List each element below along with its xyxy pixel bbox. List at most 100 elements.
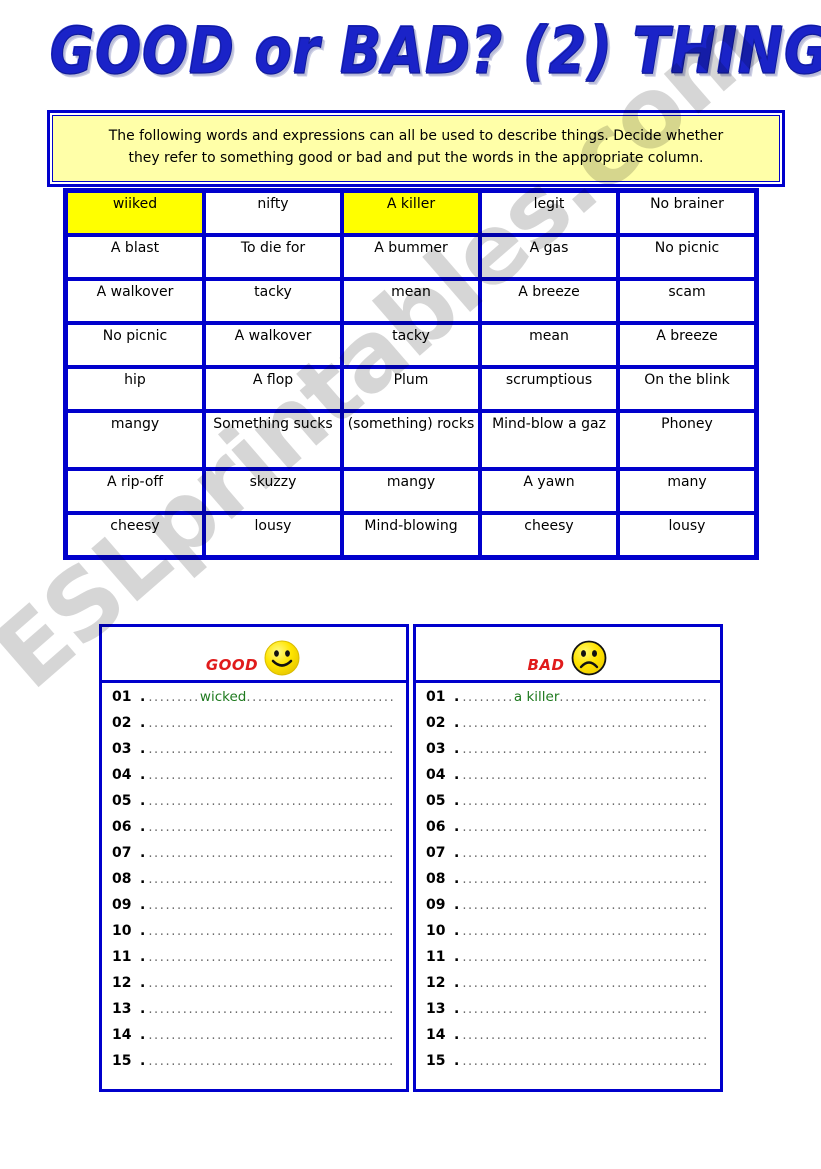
answer-line[interactable]: 08......................................…	[112, 871, 396, 897]
answer-line-input[interactable]: ........................................…	[462, 898, 710, 913]
answer-line-input[interactable]: ........................................…	[462, 820, 710, 835]
answer-line-input[interactable]: ........................................…	[148, 924, 396, 939]
answer-line[interactable]: 03......................................…	[112, 741, 396, 767]
answer-line-input[interactable]: ........................................…	[148, 1028, 396, 1043]
answer-line-input[interactable]: ........................................…	[148, 950, 396, 965]
answer-line[interactable]: 10......................................…	[112, 923, 396, 949]
answer-line[interactable]: 09......................................…	[112, 897, 396, 923]
word-cell[interactable]: nifty	[204, 191, 342, 235]
word-cell[interactable]: Phoney	[618, 411, 756, 469]
answer-line[interactable]: 06......................................…	[426, 819, 710, 845]
answer-line[interactable]: 01. .........a killer....................…	[426, 689, 710, 715]
word-cell[interactable]: Plum	[342, 367, 480, 411]
word-cell[interactable]: On the blink	[618, 367, 756, 411]
word-cell[interactable]: A blast	[66, 235, 204, 279]
answer-line[interactable]: 04......................................…	[112, 767, 396, 793]
answer-line[interactable]: 15......................................…	[426, 1053, 710, 1079]
answer-line-input[interactable]: ........................................…	[462, 976, 710, 991]
word-cell[interactable]: mangy	[342, 469, 480, 513]
word-cell[interactable]: Something sucks	[204, 411, 342, 469]
answer-line[interactable]: 13......................................…	[426, 1001, 710, 1027]
answer-line[interactable]: 07......................................…	[426, 845, 710, 871]
answer-line-input[interactable]: .........a killer.......................…	[462, 689, 710, 705]
answer-line-input[interactable]: ........................................…	[462, 1054, 710, 1069]
word-cell[interactable]: Mind-blow a gaz	[480, 411, 618, 469]
word-cell[interactable]: scam	[618, 279, 756, 323]
word-cell[interactable]: hip	[66, 367, 204, 411]
word-cell[interactable]: wiiked	[66, 191, 204, 235]
answer-line[interactable]: 07......................................…	[112, 845, 396, 871]
answer-line[interactable]: 12......................................…	[112, 975, 396, 1001]
word-cell[interactable]: many	[618, 469, 756, 513]
answer-line-input[interactable]: ........................................…	[148, 846, 396, 861]
word-cell[interactable]: tacky	[204, 279, 342, 323]
answer-line-input[interactable]: ........................................…	[148, 820, 396, 835]
word-cell[interactable]: skuzzy	[204, 469, 342, 513]
word-cell[interactable]: To die for	[204, 235, 342, 279]
answer-line-input[interactable]: ........................................…	[148, 1054, 396, 1069]
answer-line-input[interactable]: ........................................…	[462, 1028, 710, 1043]
answer-line[interactable]: 01. .........wicked......................…	[112, 689, 396, 715]
answer-line-input[interactable]: ........................................…	[148, 976, 396, 991]
answer-line[interactable]: 10......................................…	[426, 923, 710, 949]
word-cell[interactable]: A bummer	[342, 235, 480, 279]
word-cell[interactable]: A walkover	[66, 279, 204, 323]
answer-line-input[interactable]: ........................................…	[462, 794, 710, 809]
answer-line[interactable]: 15......................................…	[112, 1053, 396, 1079]
word-cell[interactable]: A breeze	[618, 323, 756, 367]
answer-line[interactable]: 08......................................…	[426, 871, 710, 897]
answer-line-input[interactable]: ........................................…	[462, 716, 710, 731]
answer-line-input[interactable]: ........................................…	[462, 768, 710, 783]
word-cell[interactable]: A rip-off	[66, 469, 204, 513]
answer-line[interactable]: 14......................................…	[112, 1027, 396, 1053]
word-cell[interactable]: lousy	[618, 513, 756, 557]
word-cell[interactable]: A yawn	[480, 469, 618, 513]
word-cell[interactable]: tacky	[342, 323, 480, 367]
answer-line-input[interactable]: ........................................…	[148, 898, 396, 913]
word-cell[interactable]: mean	[480, 323, 618, 367]
word-cell[interactable]: A walkover	[204, 323, 342, 367]
word-cell[interactable]: Mind-blowing	[342, 513, 480, 557]
answer-line[interactable]: 05......................................…	[112, 793, 396, 819]
word-cell[interactable]: cheesy	[66, 513, 204, 557]
word-cell[interactable]: A flop	[204, 367, 342, 411]
answer-line[interactable]: 11......................................…	[112, 949, 396, 975]
word-cell[interactable]: A killer	[342, 191, 480, 235]
word-cell[interactable]: lousy	[204, 513, 342, 557]
answer-line-input[interactable]: ........................................…	[462, 924, 710, 939]
answer-line-input[interactable]: ........................................…	[462, 846, 710, 861]
answer-line[interactable]: 12......................................…	[426, 975, 710, 1001]
word-cell[interactable]: A breeze	[480, 279, 618, 323]
answer-line-input[interactable]: .........wicked.........................…	[148, 689, 396, 705]
word-cell[interactable]: No brainer	[618, 191, 756, 235]
word-cell[interactable]: No picnic	[618, 235, 756, 279]
word-cell[interactable]: mean	[342, 279, 480, 323]
answer-line[interactable]: 04......................................…	[426, 767, 710, 793]
answer-line[interactable]: 03......................................…	[426, 741, 710, 767]
answer-line[interactable]: 14......................................…	[426, 1027, 710, 1053]
answer-line-input[interactable]: ........................................…	[148, 1002, 396, 1017]
word-cell[interactable]: scrumptious	[480, 367, 618, 411]
answer-line-input[interactable]: ........................................…	[148, 716, 396, 731]
answer-line[interactable]: 02......................................…	[112, 715, 396, 741]
answer-line-input[interactable]: ........................................…	[462, 742, 710, 757]
word-cell[interactable]: mangy	[66, 411, 204, 469]
answer-line-input[interactable]: ........................................…	[462, 872, 710, 887]
word-cell[interactable]: cheesy	[480, 513, 618, 557]
answer-line-input[interactable]: ........................................…	[148, 768, 396, 783]
answer-line[interactable]: 06......................................…	[112, 819, 396, 845]
answer-line[interactable]: 02......................................…	[426, 715, 710, 741]
word-cell[interactable]: legit	[480, 191, 618, 235]
answer-line[interactable]: 11......................................…	[426, 949, 710, 975]
answer-line-input[interactable]: ........................................…	[462, 950, 710, 965]
answer-line-input[interactable]: ........................................…	[148, 794, 396, 809]
word-cell[interactable]: A gas	[480, 235, 618, 279]
answer-line[interactable]: 13......................................…	[112, 1001, 396, 1027]
word-cell[interactable]: (something) rocks	[342, 411, 480, 469]
answer-line[interactable]: 09......................................…	[426, 897, 710, 923]
answer-line[interactable]: 05......................................…	[426, 793, 710, 819]
answer-line-input[interactable]: ........................................…	[462, 1002, 710, 1017]
word-cell[interactable]: No picnic	[66, 323, 204, 367]
answer-line-input[interactable]: ........................................…	[148, 742, 396, 757]
answer-line-input[interactable]: ........................................…	[148, 872, 396, 887]
